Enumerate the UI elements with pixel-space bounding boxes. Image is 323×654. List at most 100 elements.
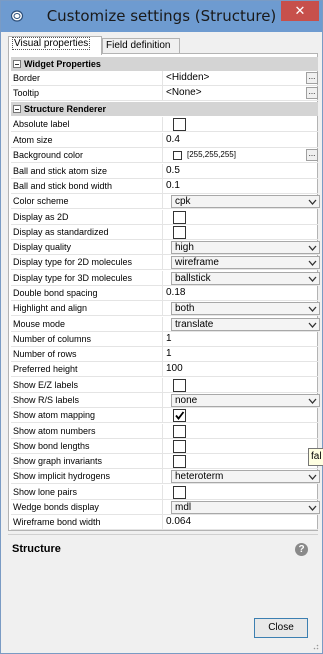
row-ball-stick-bond-width[interactable]: Ball and stick bond width 0.1: [11, 179, 318, 194]
row-preferred-height[interactable]: Preferred height 100: [11, 362, 318, 377]
preferred-height-value[interactable]: 100: [166, 363, 183, 374]
num-columns-value[interactable]: 1: [166, 333, 172, 344]
show-atom-mapping-checkbox[interactable]: [173, 409, 186, 422]
mouse-mode-dropdown[interactable]: translate: [171, 318, 320, 331]
property-label: Number of rows: [13, 349, 77, 359]
show-bond-lengths-checkbox[interactable]: [173, 440, 186, 453]
chevron-down-icon: [308, 245, 317, 251]
tooltip-edit-button[interactable]: ...: [306, 87, 318, 99]
property-label: Wireframe bond width: [13, 517, 101, 527]
num-rows-value[interactable]: 1: [166, 348, 172, 359]
background-color-edit-button[interactable]: ...: [306, 149, 318, 161]
column-divider: [162, 454, 163, 469]
dropdown-value: high: [175, 242, 194, 253]
row-show-rs-labels[interactable]: Show R/S labels none: [11, 393, 320, 408]
row-double-bond-spacing[interactable]: Double bond spacing 0.18: [11, 286, 318, 301]
chevron-down-icon: [308, 398, 317, 404]
property-label: Show lone pairs: [13, 487, 78, 497]
row-num-rows[interactable]: Number of rows 1: [11, 347, 318, 362]
row-wedge-bonds-display[interactable]: Wedge bonds display mdl: [11, 500, 320, 515]
row-atom-size[interactable]: Atom size 0.4: [11, 133, 318, 148]
column-divider: [162, 210, 163, 225]
column-divider: [162, 240, 163, 255]
row-display-3d-type[interactable]: Display type for 3D molecules ballstick: [11, 271, 320, 286]
property-label: Display type for 3D molecules: [13, 273, 133, 283]
section-structure-renderer[interactable]: Structure Renderer: [11, 102, 318, 116]
window-close-button[interactable]: ✕: [281, 1, 319, 21]
close-button[interactable]: Close: [254, 618, 308, 638]
row-absolute-label[interactable]: Absolute label: [11, 117, 318, 132]
display-standardized-checkbox[interactable]: [173, 226, 186, 239]
border-edit-button[interactable]: ...: [306, 72, 318, 84]
double-bond-spacing-value[interactable]: 0.18: [166, 287, 185, 298]
row-display-standardized[interactable]: Display as standardized: [11, 225, 318, 240]
display-2d-type-dropdown[interactable]: wireframe: [171, 256, 320, 269]
row-wireframe-bond-width[interactable]: Wireframe bond width 0.064: [11, 515, 318, 530]
absolute-label-checkbox[interactable]: [173, 118, 186, 131]
display-quality-dropdown[interactable]: high: [171, 241, 320, 254]
title-bar[interactable]: Customize settings (Structure) ✕: [1, 1, 322, 32]
row-num-columns[interactable]: Number of columns 1: [11, 332, 318, 347]
row-show-ez-labels[interactable]: Show E/Z labels: [11, 378, 318, 393]
row-show-graph-invariants[interactable]: Show graph invariants: [11, 454, 318, 469]
tab-visual-properties[interactable]: Visual properties: [8, 36, 102, 55]
column-divider: [162, 117, 163, 132]
column-divider: [162, 317, 163, 332]
column-divider: [162, 86, 163, 101]
row-display-2d[interactable]: Display as 2D: [11, 210, 318, 225]
row-show-lone-pairs[interactable]: Show lone pairs: [11, 485, 318, 500]
wedge-bonds-dropdown[interactable]: mdl: [171, 501, 320, 514]
display-3d-type-dropdown[interactable]: ballstick: [171, 272, 320, 285]
display-2d-checkbox[interactable]: [173, 211, 186, 224]
dropdown-value: none: [175, 395, 198, 406]
row-show-atom-mapping[interactable]: Show atom mapping: [11, 408, 318, 423]
resize-grip-icon[interactable]: [311, 642, 319, 650]
show-rs-dropdown[interactable]: none: [171, 394, 320, 407]
show-lone-pairs-checkbox[interactable]: [173, 486, 186, 499]
column-divider: [162, 424, 163, 439]
property-grid: Widget Properties Border <Hidden> ... To…: [8, 53, 320, 531]
property-label: Border: [13, 73, 41, 83]
column-divider: [162, 515, 163, 530]
section-widget-properties[interactable]: Widget Properties: [11, 57, 318, 71]
help-icon[interactable]: ?: [295, 543, 308, 556]
column-divider: [162, 286, 163, 301]
wireframe-bond-width-value[interactable]: 0.064: [166, 516, 191, 527]
collapse-icon[interactable]: [13, 60, 21, 68]
property-label: Mouse mode: [13, 319, 66, 329]
chevron-down-icon: [308, 260, 317, 266]
row-tooltip[interactable]: Tooltip <None> ...: [11, 86, 318, 101]
show-atom-numbers-checkbox[interactable]: [173, 425, 186, 438]
ball-stick-atom-size-value[interactable]: 0.5: [166, 165, 180, 176]
row-mouse-mode[interactable]: Mouse mode translate: [11, 317, 320, 332]
row-highlight-align[interactable]: Highlight and align both: [11, 301, 320, 316]
property-label: Tooltip: [13, 88, 40, 98]
row-show-implicit-hydrogens[interactable]: Show implicit hydrogens heteroterm: [11, 469, 320, 484]
chevron-down-icon: [308, 276, 317, 282]
row-show-atom-numbers[interactable]: Show atom numbers: [11, 424, 318, 439]
property-label: Display as 2D: [13, 212, 69, 222]
color-scheme-dropdown[interactable]: cpk: [171, 195, 320, 208]
show-ez-checkbox[interactable]: [173, 379, 186, 392]
column-divider: [162, 469, 163, 484]
row-display-quality[interactable]: Display quality high: [11, 240, 320, 255]
show-implicit-hydrogens-dropdown[interactable]: heteroterm: [171, 470, 320, 483]
row-background-color[interactable]: Background color [255,255,255] ...: [11, 148, 318, 163]
atom-size-value[interactable]: 0.4: [166, 134, 180, 145]
property-label: Atom size: [13, 135, 53, 145]
column-divider: [162, 271, 163, 286]
highlight-align-dropdown[interactable]: both: [171, 302, 320, 315]
row-border[interactable]: Border <Hidden> ...: [11, 71, 318, 86]
show-graph-invariants-checkbox[interactable]: [173, 455, 186, 468]
row-display-2d-type[interactable]: Display type for 2D molecules wireframe: [11, 255, 320, 270]
row-ball-stick-atom-size[interactable]: Ball and stick atom size 0.5: [11, 164, 318, 179]
collapse-icon[interactable]: [13, 105, 21, 113]
row-color-scheme[interactable]: Color scheme cpk: [11, 194, 320, 209]
ball-stick-bond-width-value[interactable]: 0.1: [166, 180, 180, 191]
property-label: Ball and stick bond width: [13, 181, 113, 191]
tab-field-definition[interactable]: Field definition: [102, 38, 180, 54]
description-panel: Structure ?: [8, 534, 318, 607]
column-divider: [162, 225, 163, 240]
row-show-bond-lengths[interactable]: Show bond lengths: [11, 439, 318, 454]
property-label: Display as standardized: [13, 227, 109, 237]
